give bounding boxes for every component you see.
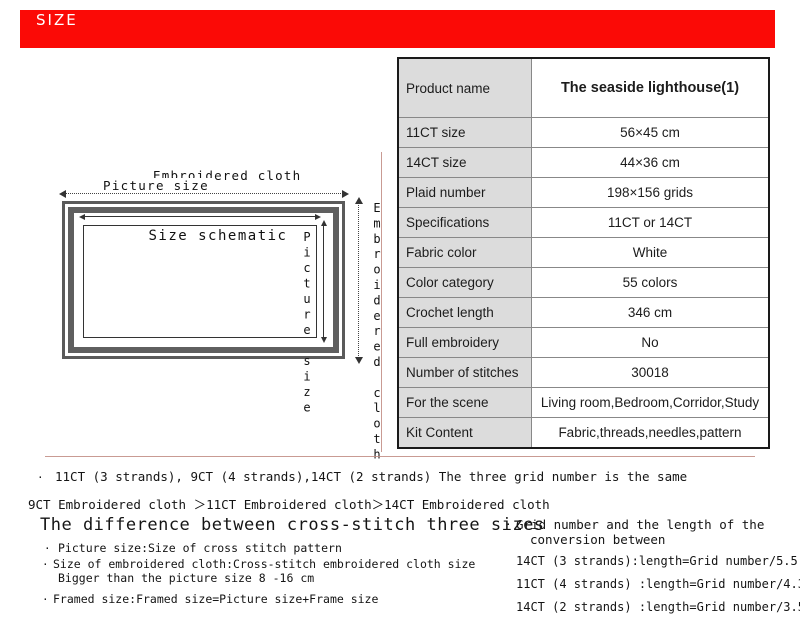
table-row: Specifications 11CT or 14CT (398, 207, 769, 238)
table-row: Number of stitches 30018 (398, 357, 769, 388)
table-cell-key: Product name (398, 58, 532, 118)
note-picture-size: Picture size:Size of cross stitch patter… (58, 541, 342, 555)
size-header-bar (20, 10, 775, 48)
table-cell-key: Specifications (398, 207, 532, 238)
page-title: SIZE (36, 11, 78, 29)
table-cell-key: 11CT size (398, 117, 532, 148)
schematic-center-label: Size schematic (148, 228, 288, 244)
table-cell-key: Number of stitches (398, 357, 532, 388)
table-cell-key: Crochet length (398, 297, 532, 328)
table-row: For the scene Living room,Bedroom,Corrid… (398, 387, 769, 418)
specification-table: Product name The seaside lighthouse(1) 1… (397, 57, 770, 449)
horizontal-divider (45, 456, 755, 457)
table-cell-value: 30018 (531, 357, 769, 388)
note-conversion-14ct-3: 14CT (3 strands):length=Grid number/5.5 (516, 554, 798, 568)
table-row: Fabric color White (398, 237, 769, 268)
dimension-arrow-picture-height (321, 220, 327, 343)
note-conversion-heading-continued: conversion between (530, 532, 666, 547)
table-cell-key: 14CT size (398, 147, 532, 178)
table-row: 14CT size 44×36 cm (398, 147, 769, 178)
table-row: Kit Content Fabric,threads,needles,patte… (398, 417, 769, 448)
note-strand-grid: 11CT (3 strands), 9CT (4 strands),14CT (… (55, 469, 688, 484)
bullet-icon: · (37, 471, 44, 484)
table-cell-key: For the scene (398, 387, 532, 418)
table-cell-key: Kit Content (398, 417, 532, 448)
bullet-icon: · (42, 558, 49, 571)
table-cell-key: Color category (398, 267, 532, 298)
dimension-arrow-picture-width (79, 214, 321, 220)
bullet-icon: · (44, 542, 51, 555)
table-cell-value: 44×36 cm (531, 147, 769, 178)
table-cell-value: 198×156 grids (531, 177, 769, 208)
dimension-arrow-cloth-width (59, 190, 349, 198)
table-cell-value: Fabric,threads,needles,pattern (531, 417, 769, 448)
note-framed-size: Framed size:Framed size=Picture size+Fra… (53, 592, 379, 606)
table-cell-key: Plaid number (398, 177, 532, 208)
table-row: Full embroidery No (398, 327, 769, 358)
bullet-icon: · (42, 593, 49, 606)
vertical-divider (381, 152, 382, 452)
table-cell-value: 55 colors (531, 267, 769, 298)
table-row: Color category 55 colors (398, 267, 769, 298)
note-heading-difference: The difference between cross-stitch thre… (40, 515, 545, 535)
dimension-arrow-cloth-height (355, 197, 363, 364)
table-cell-value: 11CT or 14CT (531, 207, 769, 238)
schematic-picture-width-label: Picture size (100, 178, 212, 193)
size-schematic-diagram: Embroidered cloth Picture size Size sche… (48, 168, 388, 463)
table-cell-value: 346 cm (531, 297, 769, 328)
note-cloth-size-continued: Bigger than the picture size 8 -16 cm (58, 571, 315, 585)
schematic-picture-height-label: Picture size (300, 230, 314, 416)
bullet-icon: · (505, 518, 512, 531)
table-cell-value: White (531, 237, 769, 268)
table-cell-value: Living room,Bedroom,Corridor,Study (531, 387, 769, 418)
table-cell-key: Fabric color (398, 237, 532, 268)
table-cell-key: Full embroidery (398, 327, 532, 358)
table-row: Crochet length 346 cm (398, 297, 769, 328)
table-row: Product name The seaside lighthouse(1) (398, 58, 769, 118)
note-cloth-comparison: 9CT Embroidered cloth ＞11CT Embroidered … (28, 497, 550, 512)
note-conversion-14ct-2: 14CT (2 strands) :length=Grid number/3.5 (516, 600, 800, 614)
table-row: Plaid number 198×156 grids (398, 177, 769, 208)
note-conversion-11ct-4: 11CT (4 strands) :length=Grid number/4.3 (516, 577, 800, 591)
note-conversion-heading: Grid number and the length of the (516, 517, 765, 532)
table-cell-value: No (531, 327, 769, 358)
table-cell-value: The seaside lighthouse(1) (531, 58, 769, 118)
table-cell-value: 56×45 cm (531, 117, 769, 148)
table-row: 11CT size 56×45 cm (398, 117, 769, 148)
note-cloth-size: Size of embroidered cloth:Cross-stitch e… (53, 557, 476, 571)
